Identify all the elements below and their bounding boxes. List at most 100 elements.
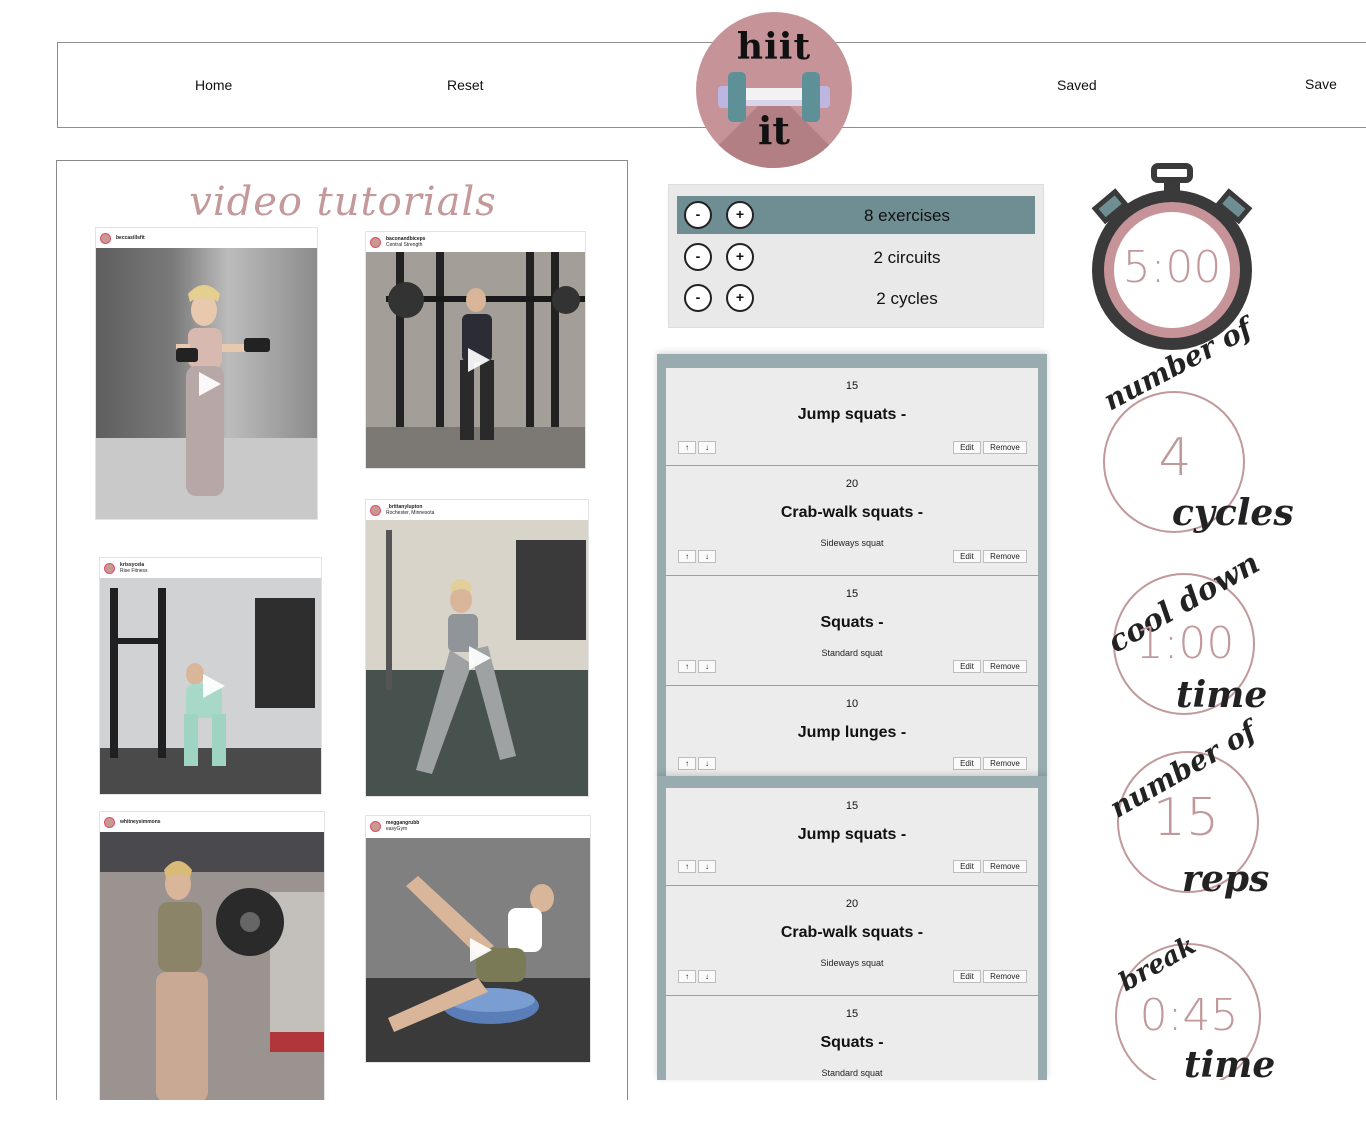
video-thumbnail[interactable]	[100, 578, 321, 794]
play-icon[interactable]	[198, 371, 221, 396]
reps-dial[interactable]: number of 15 reps	[1096, 715, 1286, 908]
exercise-description: Sideways squat	[820, 538, 884, 548]
edit-button[interactable]: Edit	[953, 757, 981, 770]
cool-down-bottom-label: time	[1176, 674, 1268, 716]
exercise-name: Squats -	[820, 1034, 884, 1051]
exercise-card: 20 Crab-walk squats - Sideways squat ↑ ↓…	[666, 886, 1038, 996]
remove-button[interactable]: Remove	[983, 860, 1027, 873]
saved-link[interactable]: Saved	[1057, 77, 1097, 93]
avatar	[370, 504, 381, 516]
video-tutorials-panel: video tutorials beccasillsfit baconandbi…	[56, 160, 628, 1100]
video-card[interactable]: krissycela Rise Fitness	[99, 557, 322, 795]
move-up-button[interactable]: ↑	[678, 550, 696, 563]
cycles-bottom-label: cycles	[1172, 492, 1294, 534]
edit-button[interactable]: Edit	[953, 970, 981, 983]
exercises-count: 8 exercises	[864, 206, 950, 225]
remove-button[interactable]: Remove	[983, 550, 1027, 563]
exercise-name: Jump lunges -	[797, 724, 907, 741]
exercise-name: Jump squats -	[797, 406, 907, 423]
logo-word-bottom: it	[758, 108, 790, 153]
home-link[interactable]: Home	[195, 77, 232, 93]
exercise-reps: 20	[845, 898, 859, 910]
edit-button[interactable]: Edit	[953, 660, 981, 673]
exercise-list-circuit-1: 15 Jump squats - ↑ ↓ Edit Remove 20 Crab…	[657, 354, 1047, 778]
avatar	[100, 232, 111, 244]
move-down-button[interactable]: ↓	[698, 441, 716, 454]
exercise-name: Squats -	[820, 614, 884, 631]
move-up-button[interactable]: ↑	[678, 441, 696, 454]
avatar	[104, 562, 115, 574]
edit-button[interactable]: Edit	[953, 860, 981, 873]
circuits-increment-button[interactable]: +	[726, 243, 754, 271]
exercise-description: Standard squat	[821, 1068, 883, 1078]
video-thumbnail[interactable]	[100, 832, 324, 1100]
move-down-button[interactable]: ↓	[698, 550, 716, 563]
video-card[interactable]: beccasillsfit	[95, 227, 318, 520]
stopwatch-time: 5:00	[1122, 242, 1222, 293]
cool-down-value: 1:00	[1135, 618, 1235, 669]
move-up-button[interactable]: ↑	[678, 860, 696, 873]
video-card-header: whitneysimmons	[100, 812, 324, 832]
exercise-reps: 10	[845, 698, 859, 710]
exercises-decrement-button[interactable]: -	[684, 201, 712, 229]
cycles-count: 2 cycles	[876, 289, 938, 308]
video-thumbnail[interactable]	[96, 248, 317, 519]
video-card-header: krissycela Rise Fitness	[100, 558, 321, 578]
exercise-list-circuit-2: 15 Jump squats - ↑ ↓ Edit Remove 20 Crab…	[657, 776, 1047, 1080]
video-card-header: beccasillsfit	[96, 228, 317, 248]
cycles-decrement-button[interactable]: -	[684, 284, 712, 312]
video-thumbnail[interactable]	[366, 838, 590, 1062]
exercises-row: - + 8 exercises	[677, 196, 1035, 234]
video-thumbnail[interactable]	[366, 252, 585, 468]
play-icon[interactable]	[470, 938, 492, 962]
exercise-name: Crab-walk squats -	[780, 924, 924, 941]
play-icon[interactable]	[467, 348, 490, 372]
video-thumbnail[interactable]	[366, 520, 588, 796]
exercise-description: Standard squat	[821, 648, 883, 658]
break-bottom-label: time	[1184, 1044, 1276, 1080]
exercise-name: Jump squats -	[797, 826, 907, 843]
exercise-reps: 15	[845, 1008, 859, 1020]
break-dial[interactable]: break 0:45 time	[1100, 928, 1286, 1080]
video-username: whitneysimmons	[120, 819, 161, 825]
edit-button[interactable]: Edit	[953, 550, 981, 563]
move-down-button[interactable]: ↓	[698, 970, 716, 983]
move-down-button[interactable]: ↓	[698, 660, 716, 673]
video-location: Central Strength	[386, 242, 423, 248]
cycles-row: - + 2 cycles	[677, 279, 1035, 317]
reset-link[interactable]: Reset	[447, 77, 484, 93]
exercise-name: Crab-walk squats -	[780, 504, 924, 521]
remove-button[interactable]: Remove	[983, 660, 1027, 673]
exercise-reps: 20	[845, 478, 859, 490]
video-tutorials-title: video tutorials	[189, 179, 497, 225]
cool-down-dial[interactable]: cool down 1:00 time	[1090, 546, 1280, 730]
play-icon[interactable]	[202, 674, 225, 698]
avatar	[104, 816, 115, 828]
move-down-button[interactable]: ↓	[698, 860, 716, 873]
remove-button[interactable]: Remove	[983, 970, 1027, 983]
cycles-dial[interactable]: number of 4 cycles	[1090, 311, 1294, 550]
video-card[interactable]: whitneysimmons	[99, 811, 325, 1100]
move-up-button[interactable]: ↑	[678, 970, 696, 983]
exercise-card: 20 Crab-walk squats - Sideways squat ↑ ↓…	[666, 466, 1038, 576]
move-down-button[interactable]: ↓	[698, 757, 716, 770]
play-icon[interactable]	[469, 646, 491, 670]
exercise-card: 10 Jump lunges - ↑ ↓ Edit Remove	[666, 686, 1038, 778]
athlete-silhouette	[100, 832, 324, 1100]
exercises-increment-button[interactable]: +	[726, 201, 754, 229]
hiit-it-logo[interactable]: hiit it	[696, 12, 852, 168]
video-card[interactable]: meggangrubb easyGym	[365, 815, 591, 1063]
video-card[interactable]: baconandbiceps Central Strength	[365, 231, 586, 469]
cycles-increment-button[interactable]: +	[726, 284, 754, 312]
edit-button[interactable]: Edit	[953, 441, 981, 454]
move-up-button[interactable]: ↑	[678, 757, 696, 770]
remove-button[interactable]: Remove	[983, 441, 1027, 454]
save-link[interactable]: Save	[1305, 76, 1337, 92]
video-username: beccasillsfit	[116, 235, 145, 241]
exercise-description: Sideways squat	[820, 958, 884, 968]
circuits-decrement-button[interactable]: -	[684, 243, 712, 271]
video-location: easyGym	[386, 826, 408, 832]
move-up-button[interactable]: ↑	[678, 660, 696, 673]
remove-button[interactable]: Remove	[983, 757, 1027, 770]
video-card[interactable]: _brittanylupton Rochester, Minnesota	[365, 499, 589, 797]
